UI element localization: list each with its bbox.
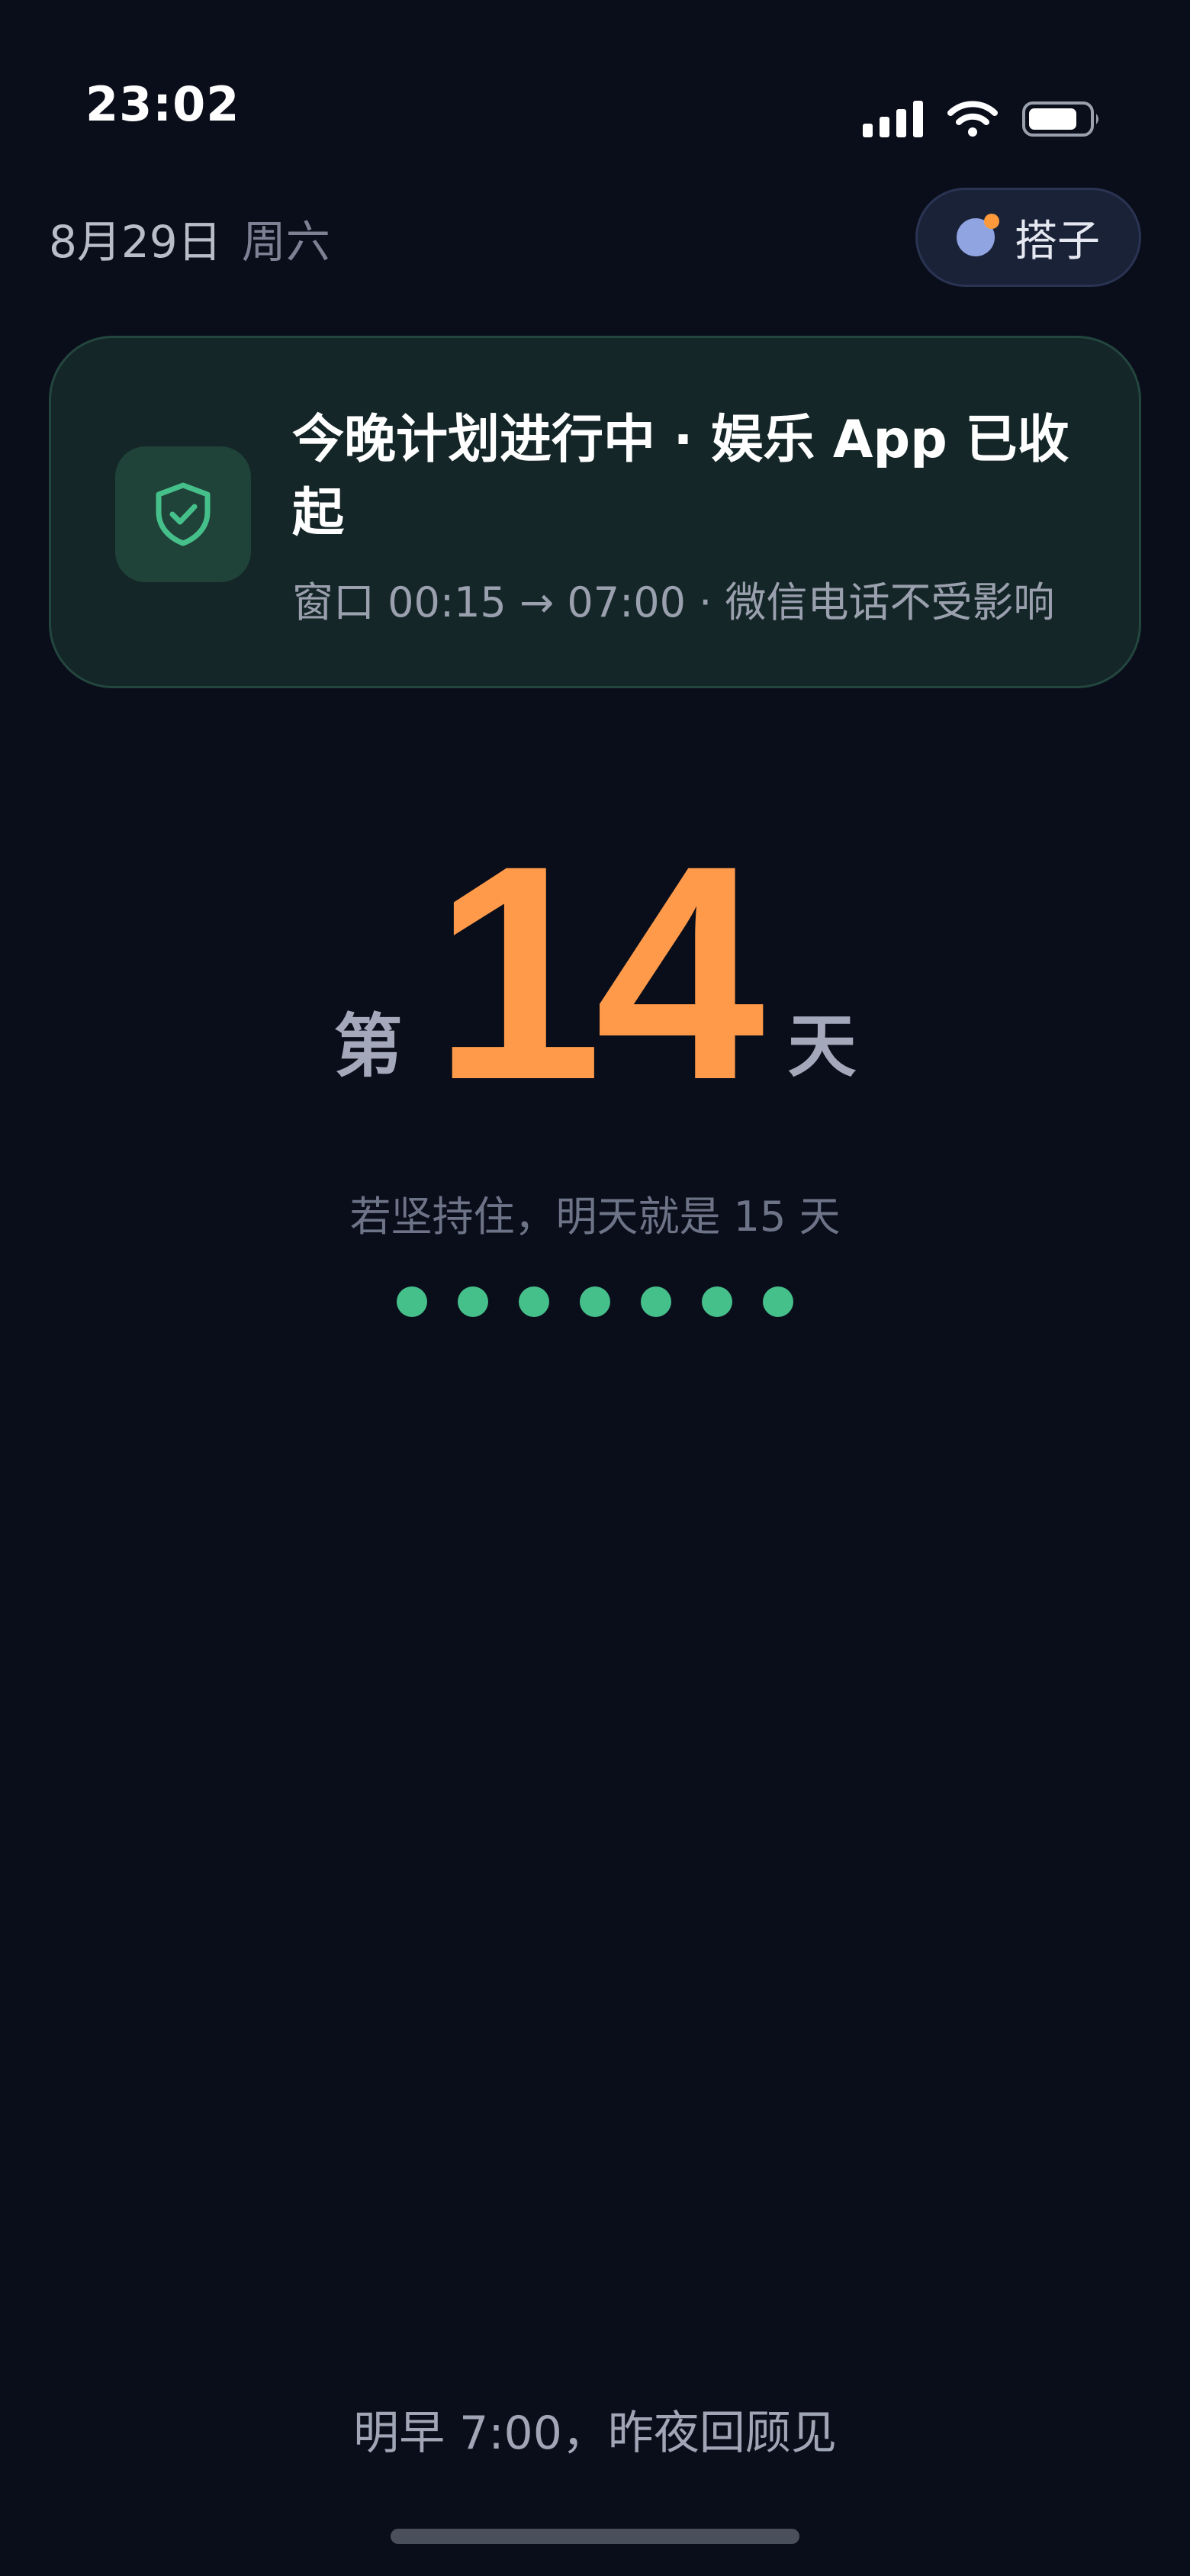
weekday-label: 周六	[241, 216, 330, 268]
shield-check-icon	[115, 446, 251, 582]
status-icons	[863, 101, 1102, 137]
home-indicator[interactable]	[391, 2529, 799, 2544]
streak-dot	[519, 1286, 549, 1317]
battery-icon	[1022, 101, 1102, 137]
streak-dot	[763, 1286, 793, 1317]
streak-prefix: 第	[333, 1006, 403, 1087]
buddy-label: 搭子	[1015, 216, 1100, 266]
streak-dot	[397, 1286, 427, 1317]
buddy-button[interactable]: 搭子	[915, 188, 1141, 287]
streak-counter: 第 14 天	[0, 802, 1190, 1143]
lock-screen: 23:02 8月29日 周六 搭子 今晚计划进行中 · 娱乐 App 已收起 窗…	[0, 0, 1190, 2576]
wifi-icon	[947, 101, 998, 137]
streak-dot	[641, 1286, 671, 1317]
status-time: 23:02	[85, 76, 240, 132]
morning-review-hint: 明早 7:00，昨夜回顾见	[353, 2407, 837, 2460]
streak-hint: 若坚持住，明天就是 15 天	[349, 1193, 841, 1241]
notification-dot	[984, 214, 999, 229]
plan-status-card[interactable]: 今晚计划进行中 · 娱乐 App 已收起 窗口 00:15 → 07:00 · …	[49, 336, 1141, 688]
plan-title: 今晚计划进行中 · 娱乐 App 已收起	[292, 410, 1069, 543]
plan-window-subtitle: 窗口 00:15 → 07:00 · 微信电话不受影响	[292, 578, 1055, 626]
streak-dot	[580, 1286, 610, 1317]
streak-dot	[458, 1286, 488, 1317]
streak-number: 14	[433, 802, 765, 1143]
cellular-signal-icon	[863, 101, 923, 137]
date-row: 8月29日 周六	[49, 206, 330, 270]
streak-dot	[702, 1286, 732, 1317]
buddy-avatar	[957, 214, 999, 256]
streak-dots	[0, 1286, 1190, 1317]
streak-suffix: 天	[787, 1006, 857, 1087]
date-label: 8月29日	[49, 216, 222, 268]
